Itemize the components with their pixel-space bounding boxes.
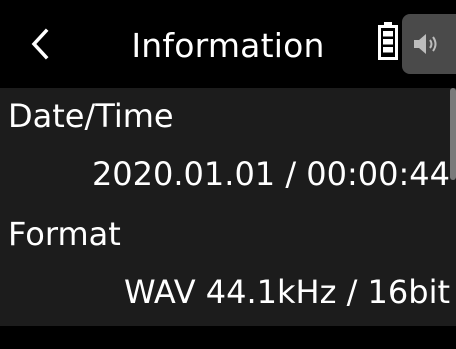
info-value-format: WAV 44.1kHz / 16bit	[123, 273, 450, 311]
info-value-date-time: 2020.01.01 / 00:00:44	[91, 155, 450, 193]
chevron-left-icon	[31, 28, 49, 60]
info-list: Date/Time 2020.01.01 / 00:00:44 Format W…	[0, 88, 456, 326]
page-title: Information	[131, 26, 325, 65]
battery-icon	[378, 22, 398, 60]
speaker-icon	[414, 34, 437, 54]
footer-bar	[0, 326, 456, 349]
scrollbar[interactable]	[450, 88, 456, 180]
header-bar: Information	[0, 0, 456, 88]
back-button[interactable]	[18, 14, 62, 74]
info-label-format: Format	[8, 215, 121, 253]
speaker-button[interactable]	[402, 14, 456, 74]
info-label-date-time: Date/Time	[8, 97, 174, 135]
